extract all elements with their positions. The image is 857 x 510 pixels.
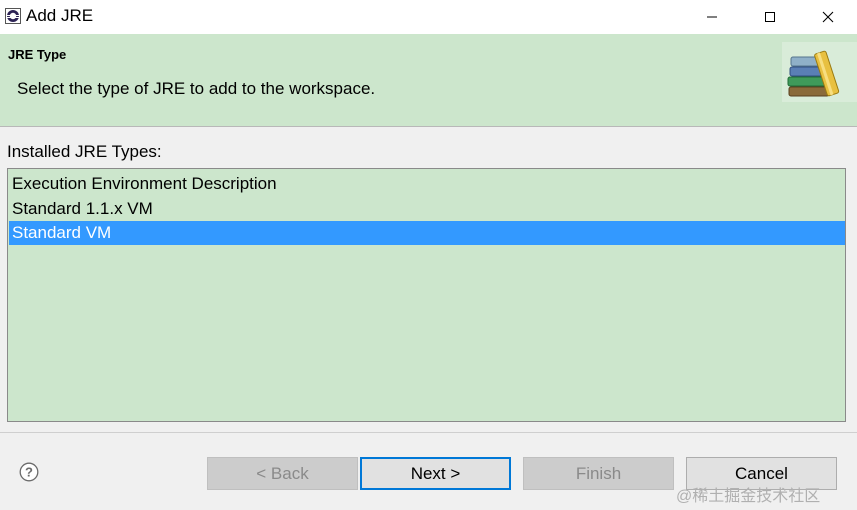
page-description: Select the type of JRE to add to the wor… <box>17 79 376 98</box>
watermark: @稀土掘金技术社区 <box>676 488 821 505</box>
close-button[interactable] <box>799 0 857 34</box>
minimize-button[interactable] <box>683 0 741 34</box>
list-item-standard-vm[interactable]: Standard VM <box>9 221 845 245</box>
close-icon <box>822 11 834 23</box>
list-item-standard-1-1-x-vm[interactable]: Standard 1.1.x VM <box>9 197 845 221</box>
installed-jre-types-label: Installed JRE Types: <box>7 142 162 161</box>
wizard-banner: JRE Type Select the type of JRE to add t… <box>0 34 857 127</box>
minimize-icon <box>707 16 717 18</box>
maximize-icon <box>765 12 775 22</box>
maximize-button[interactable] <box>741 0 799 34</box>
list-item-execution-environment-description[interactable]: Execution Environment Description <box>9 172 845 196</box>
page-title: JRE Type <box>8 47 67 62</box>
help-icon[interactable]: ? <box>19 462 39 482</box>
button-bar-separator <box>0 432 857 433</box>
eclipse-app-icon <box>5 8 21 24</box>
svg-text:?: ? <box>25 465 33 480</box>
title-bar: Add JRE <box>0 0 857 34</box>
back-button[interactable]: < Back <box>207 457 358 490</box>
next-button[interactable]: Next > <box>360 457 511 490</box>
books-icon <box>782 42 857 102</box>
finish-button[interactable]: Finish <box>523 457 674 490</box>
jre-types-list[interactable]: Execution Environment Description Standa… <box>7 168 846 422</box>
window-title: Add JRE <box>26 6 94 25</box>
